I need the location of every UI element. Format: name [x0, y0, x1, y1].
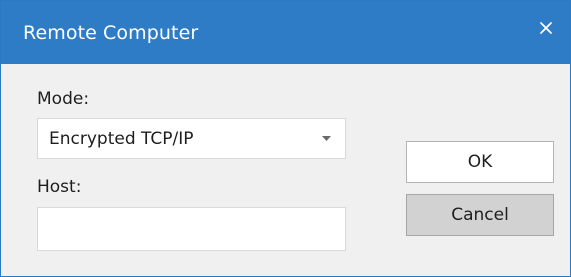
close-icon: [540, 22, 552, 34]
mode-label: Mode:: [37, 89, 90, 109]
mode-dropdown-value: Encrypted TCP/IP: [49, 129, 194, 149]
mode-dropdown[interactable]: Encrypted TCP/IP: [37, 118, 346, 159]
cancel-button[interactable]: Cancel: [406, 194, 554, 236]
dialog-body: Mode: Encrypted TCP/IP Host: OK Cancel: [1, 64, 570, 276]
chevron-down-icon: [322, 136, 331, 141]
close-button[interactable]: [522, 1, 570, 64]
host-label: Host:: [37, 177, 82, 197]
ok-button[interactable]: OK: [406, 141, 554, 183]
dialog-title: Remote Computer: [23, 22, 199, 44]
remote-computer-dialog: Remote Computer Mode: Encrypted TCP/IP H…: [0, 0, 571, 277]
title-bar[interactable]: Remote Computer: [1, 1, 570, 64]
host-input[interactable]: [37, 207, 346, 251]
